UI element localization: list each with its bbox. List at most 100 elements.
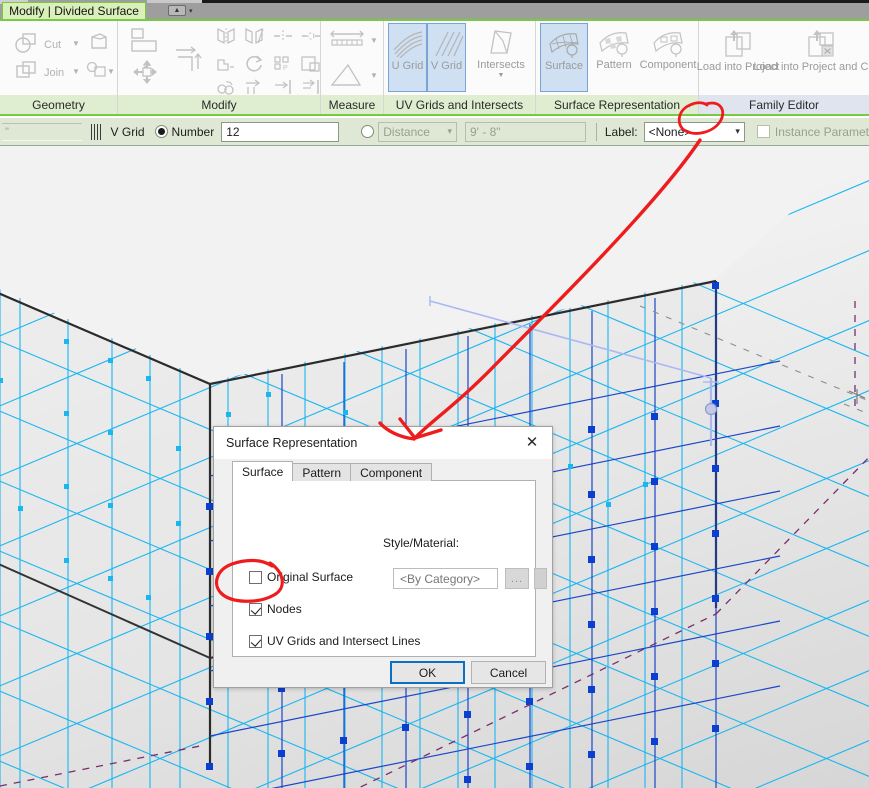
unpin-icon[interactable] <box>216 79 236 95</box>
copy-icon[interactable] <box>216 55 236 73</box>
dialog-footer: OK Cancel <box>214 655 552 687</box>
button-pattern[interactable]: Pattern <box>590 23 638 92</box>
panel-modify-body: P <box>118 21 347 95</box>
pattern-representation-icon <box>599 32 629 57</box>
offset-icon[interactable] <box>174 43 204 73</box>
v-grid-icon <box>434 31 464 57</box>
measure-angle-caret-icon[interactable]: ▼ <box>370 71 378 80</box>
radio-number-label: Number <box>171 124 215 139</box>
distance-input[interactable] <box>464 121 586 142</box>
panel-modify-title: Modify <box>118 95 320 114</box>
surface-representation-dialog[interactable]: Surface Representation ✕ Surface Pattern… <box>213 426 553 688</box>
tab-surface[interactable]: Surface <box>232 461 294 481</box>
drag-gripper-icon[interactable] <box>90 123 103 140</box>
load-into-project-icon <box>725 30 751 57</box>
label-dropdown[interactable]: <None> ▾ <box>643 121 745 142</box>
material-color-swatch[interactable] <box>534 568 547 589</box>
ok-button-label: OK <box>418 665 437 680</box>
mirror-draw-axis-icon[interactable] <box>244 27 264 45</box>
dialog-tab-bar: Surface Pattern Component <box>232 461 433 481</box>
panel-geometry-title: Geometry <box>0 95 117 114</box>
button-u-grid[interactable]: U Grid <box>388 23 427 92</box>
cut-geometry-icon[interactable] <box>14 31 40 53</box>
align-multiple-icon[interactable] <box>301 79 321 95</box>
checkbox-row-nodes[interactable]: Nodes <box>249 602 302 616</box>
join-panel-caret-icon[interactable]: ▼ <box>107 67 115 76</box>
button-surface-label: Surface <box>545 60 583 72</box>
mirror-pick-axis-icon[interactable] <box>216 27 236 45</box>
dialog-launcher-icon[interactable]: ⌐ <box>689 100 694 110</box>
cancel-button-label: Cancel <box>489 665 528 680</box>
panel-modify-title-label: Modify <box>201 97 237 112</box>
intersects-dropdown-caret-icon[interactable]: ▼ <box>498 70 505 82</box>
panel-family-editor: Load into Project Load into Project and … <box>697 21 869 114</box>
tab-modify-divided-surface[interactable]: Modify | Divided Surface <box>2 2 146 19</box>
panel-surface-representation-body: Surface Pattern Component <box>536 21 698 94</box>
minimize-ribbon-icon[interactable]: ▲ <box>168 5 186 16</box>
join-geometry-icon[interactable] <box>14 59 40 81</box>
split-element-icon[interactable] <box>273 29 293 43</box>
button-pattern-label: Pattern <box>596 59 632 71</box>
trim-extend-corner-icon[interactable] <box>273 79 293 95</box>
close-icon[interactable]: ✕ <box>512 427 552 458</box>
align-icon[interactable] <box>130 27 160 53</box>
checkbox-original-surface[interactable] <box>249 570 262 584</box>
dialog-title-bar[interactable]: Surface Representation ✕ <box>214 427 552 459</box>
material-browse-button[interactable]: ... <box>505 568 529 589</box>
split-with-gap-icon[interactable] <box>301 29 321 43</box>
chevron-down-icon[interactable]: ▾ <box>189 7 193 15</box>
label-caption: Label: <box>604 124 638 139</box>
distance-dropdown[interactable]: Distance ▾ <box>378 121 457 142</box>
panel-measure-title: Measure <box>321 95 383 114</box>
button-component[interactable]: Component <box>638 23 698 92</box>
button-v-grid[interactable]: V Grid <box>427 23 466 92</box>
ribbon-display-options[interactable]: ▲ ▾ <box>168 4 202 17</box>
options-bar-ghost-field[interactable]: " <box>2 122 82 141</box>
checkbox-uv-grids-and-intersect-lines[interactable] <box>249 634 262 648</box>
panel-surface-representation-title-label: Surface Representation <box>553 97 681 112</box>
array-icon[interactable]: P <box>273 55 293 73</box>
instance-parameter-checkbox[interactable] <box>756 125 770 138</box>
checkbox-row-original-surface[interactable]: Original Surface <box>249 570 353 584</box>
material-field[interactable]: <By Category> <box>393 568 498 589</box>
panel-measure-title-label: Measure <box>328 97 376 112</box>
join-geometry-label[interactable]: Join <box>44 67 64 79</box>
button-surface[interactable]: Surface <box>540 23 588 92</box>
button-intersects[interactable]: Intersects ▼ <box>470 23 532 92</box>
radio-number[interactable] <box>154 125 168 138</box>
ok-button[interactable]: OK <box>390 661 465 684</box>
scale-icon[interactable] <box>301 55 321 73</box>
cut-geometry-label[interactable]: Cut <box>44 39 61 51</box>
chevron-down-icon: ▾ <box>447 126 452 136</box>
tab-pattern[interactable]: Pattern <box>292 463 352 481</box>
button-v-grid-label: V Grid <box>430 60 463 72</box>
intersects-icon <box>490 30 512 54</box>
number-input[interactable] <box>221 121 340 142</box>
button-load-into-project-and-close[interactable]: Load into Project and Close <box>753 23 869 92</box>
checkbox-row-uv-grids[interactable]: UV Grids and Intersect Lines <box>249 634 420 648</box>
join-dropdown-caret-icon[interactable]: ▼ <box>72 67 80 76</box>
cut-dropdown-caret-icon[interactable]: ▼ <box>72 39 80 48</box>
trim-extend-multiple-icon[interactable] <box>244 79 264 95</box>
radio-distance[interactable] <box>361 125 375 138</box>
checkbox-nodes[interactable] <box>249 602 262 616</box>
tab-component[interactable]: Component <box>350 463 433 481</box>
checkbox-nodes-label: Nodes <box>267 602 302 616</box>
panel-family-editor-title-label: Family Editor <box>748 97 819 112</box>
measure-angle-icon[interactable] <box>330 63 364 89</box>
material-field-value: <By Category> <box>400 571 481 586</box>
panel-geometry-title-label: Geometry <box>32 97 85 112</box>
move-icon[interactable] <box>132 59 162 85</box>
demolish-icon[interactable] <box>88 31 110 53</box>
surface-representation-icon <box>549 33 579 58</box>
distance-dropdown-value: Distance <box>383 124 430 139</box>
panel-family-editor-title: Family Editor <box>699 95 869 114</box>
button-load-into-project[interactable]: Load into Project <box>697 23 779 92</box>
style-material-label: Style/Material: <box>383 536 460 550</box>
measure-dropdown-caret-icon[interactable]: ▼ <box>370 36 378 45</box>
tab-component-label: Component <box>360 465 423 480</box>
button-component-label: Component <box>639 59 697 71</box>
cancel-button[interactable]: Cancel <box>471 661 546 684</box>
rotate-icon[interactable] <box>244 54 264 74</box>
measure-between-references-icon[interactable] <box>329 29 365 53</box>
